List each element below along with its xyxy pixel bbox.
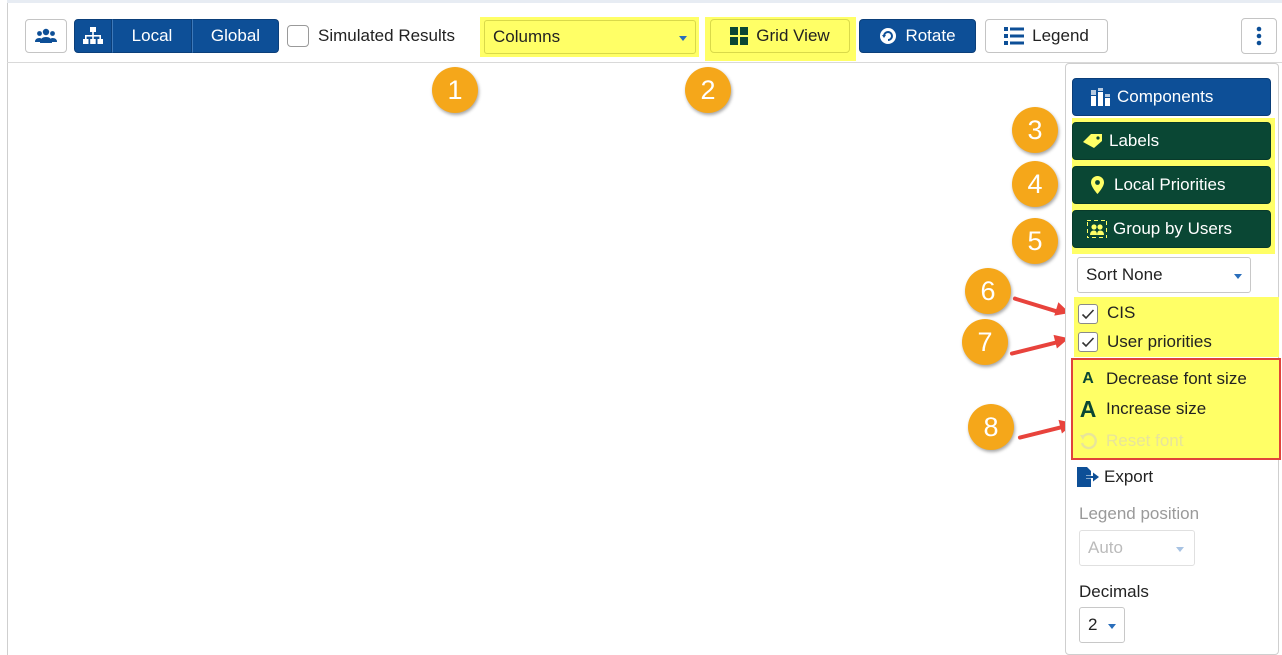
view-select-value: Columns xyxy=(493,27,561,46)
rotate-label: Rotate xyxy=(905,26,956,45)
simulated-results-checkbox[interactable] xyxy=(287,25,309,47)
chevron-down-icon xyxy=(1108,624,1116,629)
chevron-down-icon xyxy=(1176,547,1184,552)
users-button[interactable] xyxy=(25,19,67,53)
increase-size-button[interactable]: A Increase size xyxy=(1076,395,1276,423)
legend-button[interactable]: Legend xyxy=(985,19,1108,53)
sitemap-icon xyxy=(83,27,103,45)
sort-select-value: Sort None xyxy=(1086,265,1163,284)
annotation-badge-6: 6 xyxy=(965,268,1011,314)
check-icon xyxy=(1081,337,1095,348)
cis-checkbox[interactable] xyxy=(1078,304,1098,324)
local-button[interactable]: Local xyxy=(112,19,192,53)
users-icon xyxy=(35,28,57,44)
grid-view-button[interactable]: Grid View xyxy=(710,19,850,53)
annotation-badge-7: 7 xyxy=(962,319,1008,365)
toolbar-top-border xyxy=(7,0,1282,3)
local-button-label: Local xyxy=(131,26,173,45)
decimals-select[interactable]: 2 xyxy=(1079,607,1125,643)
decimals-value: 2 xyxy=(1088,615,1098,634)
toolbar: Local Global Simulated Results Columns G… xyxy=(0,0,1282,62)
annotation-badge-5: 5 xyxy=(1012,218,1058,264)
rotate-button[interactable]: Rotate xyxy=(859,19,976,53)
chart-options-panel: Components Labels Local Priorities Group… xyxy=(1065,63,1281,655)
legend-position-label: Legend position xyxy=(1079,504,1200,523)
sort-select[interactable]: Sort None xyxy=(1077,257,1251,293)
user-group-icon xyxy=(1087,220,1107,238)
legend-label: Legend xyxy=(1032,26,1089,45)
local-priorities-label: Local Priorities xyxy=(1114,175,1226,194)
file-export-icon xyxy=(1076,467,1100,487)
more-options-button[interactable] xyxy=(1241,18,1277,54)
export-label: Export xyxy=(1104,467,1154,486)
list-icon xyxy=(1004,27,1025,45)
group-by-users-label: Group by Users xyxy=(1113,219,1233,238)
increase-size-label: Increase size xyxy=(1106,399,1207,418)
global-button-label: Global xyxy=(210,26,261,45)
group-by-users-button[interactable]: Group by Users xyxy=(1072,210,1271,248)
decrease-font-size-label: Decrease font size xyxy=(1106,369,1247,388)
chevron-down-icon xyxy=(1234,274,1242,279)
undo-icon xyxy=(1076,432,1100,450)
global-button[interactable]: Global xyxy=(192,19,279,53)
decrease-font-size-button[interactable]: A Decrease font size xyxy=(1076,366,1276,392)
components-icon xyxy=(1091,88,1110,106)
annotation-badge-1: 1 xyxy=(432,67,478,113)
view-select[interactable]: Columns xyxy=(484,20,696,54)
tag-icon xyxy=(1083,133,1103,149)
local-priorities-button[interactable]: Local Priorities xyxy=(1072,166,1271,204)
check-icon xyxy=(1081,309,1095,320)
rotate-icon xyxy=(879,27,897,45)
simulated-results-text: Simulated Results xyxy=(318,26,456,45)
reset-font-label: Reset font xyxy=(1106,431,1184,450)
annotation-badge-3: 3 xyxy=(1012,107,1058,153)
annotation-badge-8: 8 xyxy=(968,404,1014,450)
export-button[interactable]: Export xyxy=(1076,464,1276,490)
grid-icon xyxy=(730,27,749,45)
user-priorities-checkbox[interactable] xyxy=(1078,332,1098,352)
grid-view-label: Grid View xyxy=(756,26,830,45)
annotation-badge-4: 4 xyxy=(1012,161,1058,207)
font-increase-icon: A xyxy=(1079,395,1097,422)
reset-font-button[interactable]: Reset font xyxy=(1076,428,1276,454)
cis-label: CIS xyxy=(1107,303,1136,322)
legend-position-select[interactable]: Auto xyxy=(1079,530,1195,566)
font-decrease-icon: A xyxy=(1082,370,1094,387)
components-label: Components xyxy=(1117,87,1214,106)
decimals-label: Decimals xyxy=(1079,582,1149,601)
components-button[interactable]: Components xyxy=(1072,78,1271,116)
user-priorities-label: User priorities xyxy=(1107,332,1212,351)
map-marker-icon xyxy=(1091,176,1104,194)
labels-label: Labels xyxy=(1109,131,1160,150)
simulated-results-label: Simulated Results xyxy=(318,19,455,53)
vertical-ellipsis-icon xyxy=(1256,26,1262,46)
chevron-down-icon xyxy=(679,36,687,41)
labels-button[interactable]: Labels xyxy=(1072,122,1271,160)
annotation-badge-2: 2 xyxy=(685,67,731,113)
legend-position-value: Auto xyxy=(1088,538,1123,557)
hierarchy-button[interactable] xyxy=(74,19,112,53)
